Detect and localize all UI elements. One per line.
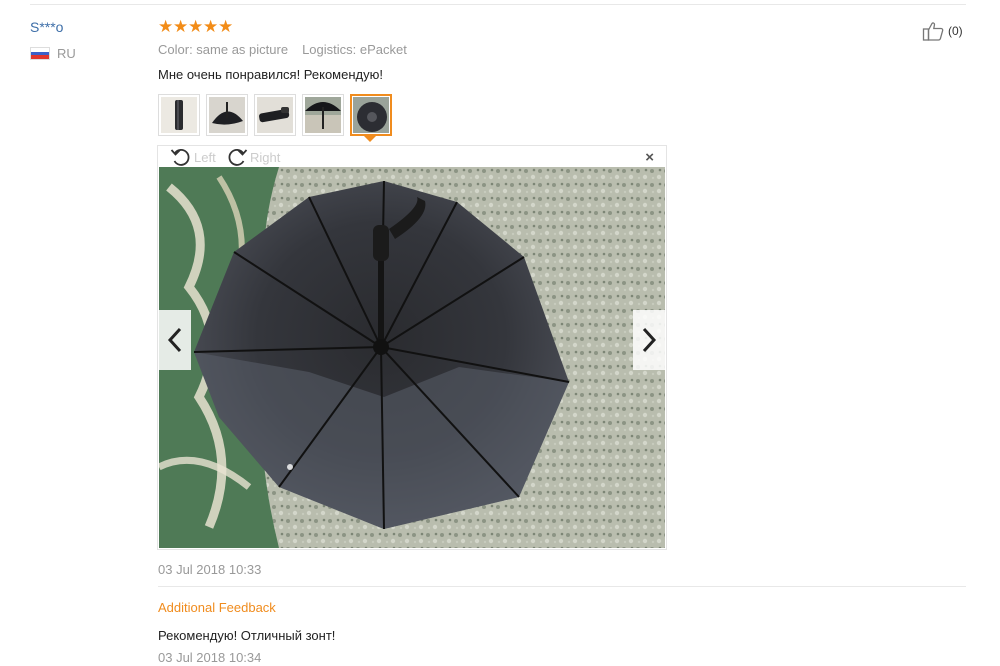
thumbnail-2[interactable] xyxy=(206,94,248,136)
thumbs-up-icon[interactable] xyxy=(922,20,944,42)
star-icon: ★ xyxy=(158,17,174,36)
rotate-right-label: Right xyxy=(250,149,281,165)
selected-thumbnail-caret xyxy=(364,136,376,142)
additional-feedback-date: 03 Jul 2018 10:34 xyxy=(158,650,262,665)
star-rating: ★ ★ ★ ★ ★ xyxy=(158,18,233,36)
review-photo xyxy=(159,167,665,548)
review-date: 03 Jul 2018 10:33 xyxy=(158,562,262,577)
chevron-left-icon xyxy=(167,327,182,353)
feedback-divider xyxy=(158,586,966,587)
thumbnail-3[interactable] xyxy=(254,94,296,136)
star-icon: ★ xyxy=(188,17,204,36)
review-text: Мне очень понравился! Рекомендую! xyxy=(158,67,383,82)
photo-thumbnails xyxy=(158,94,392,136)
reviewer-country: RU xyxy=(30,46,76,61)
folded-umbrella-photo-icon xyxy=(257,97,293,133)
viewer-toolbar: Left Right × xyxy=(158,146,666,167)
star-icon: ★ xyxy=(173,17,189,36)
helpful-count: (0) xyxy=(948,24,963,38)
additional-feedback-text: Рекомендую! Отличный зонт! xyxy=(158,628,336,643)
thumbnail-1[interactable] xyxy=(158,94,200,136)
umbrella-top-photo-icon xyxy=(353,97,389,133)
rotate-left-button[interactable]: Left xyxy=(170,147,216,167)
helpful-button[interactable]: (0) xyxy=(922,20,963,42)
next-photo-button[interactable] xyxy=(633,310,665,370)
close-viewer-button[interactable]: × xyxy=(645,149,654,166)
thumbnail-4[interactable] xyxy=(302,94,344,136)
previous-photo-button[interactable] xyxy=(159,310,191,370)
rotate-left-label: Left xyxy=(194,149,216,165)
additional-feedback-heading: Additional Feedback xyxy=(158,600,276,615)
logistics-info: Logistics: ePacket xyxy=(302,42,407,57)
open-umbrella-photo-icon xyxy=(305,97,341,133)
color-info: Color: same as picture xyxy=(158,42,289,57)
chevron-right-icon xyxy=(642,327,657,353)
rotate-left-icon xyxy=(170,149,190,166)
thumbnail-5-selected[interactable] xyxy=(350,94,392,136)
russia-flag-icon xyxy=(30,47,50,60)
top-divider xyxy=(30,4,966,5)
closed-umbrella-photo-icon xyxy=(161,97,197,133)
star-icon: ★ xyxy=(218,17,234,36)
order-info: Color: same as picture Logistics: ePacke… xyxy=(158,42,407,57)
star-icon: ★ xyxy=(203,17,219,36)
reviewer-name[interactable]: S***o xyxy=(30,19,63,35)
umbrella-side-photo-icon xyxy=(209,97,245,133)
country-code: RU xyxy=(57,46,76,61)
rotate-right-icon xyxy=(228,149,248,166)
photo-viewer: Left Right × xyxy=(157,145,667,550)
umbrella-photo-image xyxy=(159,167,665,548)
rotate-right-button[interactable]: Right xyxy=(226,147,280,167)
